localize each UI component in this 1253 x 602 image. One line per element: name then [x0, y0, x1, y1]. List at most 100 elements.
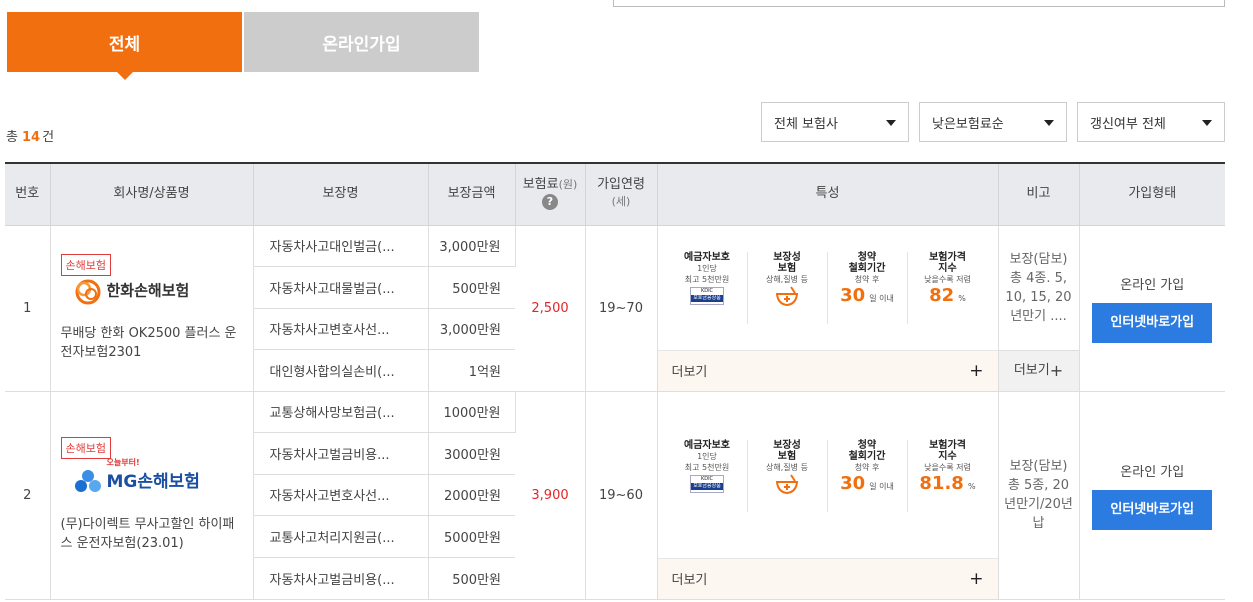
cancel-unit: 일 이내	[869, 293, 894, 303]
renew-filter-select[interactable]: 갱신여부 전체	[1077, 102, 1225, 142]
kdic-label: 보호금융상품	[691, 294, 723, 302]
search-box-edge	[613, 0, 1225, 7]
note-more-label: 더보기	[1013, 363, 1050, 378]
features-panel: 예금자보호 1인당 최고 5천만원 KDIC 보호금융상품 보장성 보험 상해,질…	[658, 392, 998, 558]
features-more-button[interactable]: 더보기 +	[657, 349, 998, 391]
coverage-amount: 500만원	[428, 557, 515, 600]
kdic-label: 보호금융상품	[691, 482, 723, 490]
feature-coverage-type: 보장성 보험 상해,질병 등	[748, 251, 828, 324]
deposit-sub2: 최고 5천만원	[684, 274, 730, 284]
deposit-title: 예금자보호	[684, 251, 730, 263]
coverage-amount: 1억원	[428, 349, 515, 392]
header-premium: 보험료(원) ?	[515, 162, 586, 226]
price-title2: 지수	[938, 262, 957, 274]
premium-value: 2,500	[515, 225, 586, 392]
cancel-title1: 청약	[857, 439, 877, 451]
coverage-name: 자동차사고변호사선...	[253, 308, 429, 350]
company-cell: 손해보험 한화손해보험 무배당 한화 OK2500 플러스 운전자보험2301	[50, 225, 254, 392]
cancel-sub: 청약 후	[854, 274, 880, 284]
insurance-type-badge: 손해보험	[60, 436, 111, 459]
join-cell: 온라인 가입 인터넷바로가입	[1079, 225, 1225, 392]
header-age-label: 가입연령	[597, 177, 645, 193]
price-sub: 낮을수록 저렴	[924, 462, 971, 472]
deposit-sub2: 최고 5천만원	[684, 462, 730, 472]
coverage-amount: 3000만원	[428, 432, 515, 475]
features-panel: 예금자보호 1인당 최고 5천만원 KDIC 보호금융상품 보장성 보험 상해,질…	[658, 226, 998, 350]
header-age-unit: (세)	[611, 195, 631, 209]
internet-join-button[interactable]: 인터넷바로가입	[1092, 489, 1213, 530]
coverage-name: 교통사고처리지원금(...	[253, 515, 429, 558]
sort-value: 낮은보험료순	[932, 116, 1004, 132]
join-type: 온라인 가입	[1120, 277, 1185, 293]
header-premium-label: 보험료	[522, 177, 559, 193]
deposit-title: 예금자보호	[684, 439, 730, 451]
renew-filter-value: 갱신여부 전체	[1090, 116, 1166, 132]
help-icon[interactable]: ?	[542, 194, 558, 211]
coverage-name: 자동차사고대물벌금(...	[253, 266, 429, 309]
deposit-sub1: 1인당	[697, 263, 717, 273]
hanwha-logo: 한화손해보험	[73, 276, 190, 306]
coverage-amount: 3,000만원	[428, 225, 516, 267]
header-no: 번호	[5, 162, 51, 226]
internet-join-button[interactable]: 인터넷바로가입	[1092, 302, 1213, 343]
feature-price-index: 보험가격 지수 낮을수록 저렴 81.8 %	[908, 440, 988, 512]
feature-deposit-protection: 예금자보호 1인당 최고 5천만원 KDIC 보호금융상품	[668, 439, 748, 512]
features-cell: 예금자보호 1인당 최고 5천만원 KDIC 보호금융상품 보장성 보험 상해,질…	[657, 391, 999, 600]
header-amount: 보장금액	[428, 162, 516, 226]
company-logo-text: MG손해보험	[106, 471, 200, 492]
table-row: 2 손해보험 오늘부터! MG손해보험 (무)다이렉트 무사고할인 하이패스 운…	[5, 391, 1225, 600]
total-suffix: 건	[42, 130, 55, 145]
feature-cancellation-period: 청약 철회기간 청약 후 30 일 이내	[828, 251, 908, 324]
company-filter-value: 전체 보험사	[774, 116, 838, 132]
header-company: 회사명/상품명	[50, 162, 254, 226]
premium-value: 3,900	[515, 391, 586, 600]
tab-online-join[interactable]: 온라인가입	[244, 12, 479, 72]
header-age: 가입연령 (세)	[585, 162, 658, 226]
cancel-unit: 일 이내	[869, 481, 894, 491]
coverage-name: 자동차사고변호사선...	[253, 474, 429, 517]
company-filter-select[interactable]: 전체 보험사	[761, 102, 909, 142]
coverage-amount: 1000만원	[428, 391, 516, 434]
note-more-button[interactable]: 더보기 +	[998, 349, 1079, 391]
header-premium-unit: (원)	[558, 178, 578, 192]
tab-all[interactable]: 전체	[7, 12, 242, 80]
features-cell: 예금자보호 1인당 최고 5천만원 KDIC 보호금융상품 보장성 보험 상해,질…	[657, 225, 999, 392]
hanwha-logo-icon	[75, 279, 100, 305]
coverage-name: 자동차사고벌금비용(...	[253, 557, 429, 600]
more-label: 더보기	[671, 573, 708, 588]
mg-logo-icon	[74, 470, 101, 493]
caret-down-icon	[1044, 120, 1054, 126]
cancel-title1: 청약	[857, 251, 877, 263]
join-type: 온라인 가입	[1120, 464, 1185, 480]
cov-title2: 보험	[777, 262, 797, 274]
company-cell: 손해보험 오늘부터! MG손해보험 (무)다이렉트 무사고할인 하이패스 운전자…	[50, 391, 254, 600]
cancel-days: 30	[840, 472, 866, 494]
sort-select[interactable]: 낮은보험료순	[919, 102, 1067, 142]
feature-cancellation-period: 청약 철회기간 청약 후 30 일 이내	[828, 439, 908, 512]
price-title2: 지수	[938, 450, 957, 462]
coverage-amount: 5000만원	[428, 515, 515, 558]
mg-logo-tagline: 오늘부터!	[106, 457, 140, 467]
note-text: 보장(담보) 총 4종. 5, 10, 15, 20년만기 ....	[1005, 251, 1072, 324]
cov-sub: 상해,질병 등	[766, 462, 808, 472]
features-more-button[interactable]: 더보기 +	[657, 557, 998, 599]
price-title1: 보험가격	[929, 439, 966, 451]
coverage-name: 교통상해사망보험금(...	[253, 391, 429, 434]
product-name: (무)다이렉트 무사고할인 하이패스 운전자보험(23.01)	[60, 517, 235, 552]
table-header-row: 번호 회사명/상품명 보장명 보장금액 보험료(원) ? 가입연령 (세) 특성 …	[5, 162, 1225, 226]
price-sub: 낮을수록 저렴	[924, 274, 971, 284]
row-number: 1	[5, 225, 51, 392]
cov-title2: 보험	[777, 450, 797, 462]
coverage-name: 자동차사고벌금비용...	[253, 432, 429, 475]
kdic-top: KDIC	[700, 475, 714, 482]
cov-sub: 상해,질병 등	[766, 274, 808, 284]
coverage-name: 대인형사합의실손비(...	[253, 349, 429, 392]
cancel-title2: 철회기간	[848, 450, 886, 462]
header-coverage: 보장명	[253, 162, 429, 226]
coverage-name: 자동차사고대인벌금(...	[253, 225, 429, 267]
cancel-sub: 청약 후	[854, 462, 880, 472]
price-unit: %	[967, 481, 976, 491]
price-index: 82	[929, 284, 955, 306]
company-logo-text: 한화손해보험	[106, 281, 190, 300]
medicine-bowl-icon	[775, 285, 799, 306]
